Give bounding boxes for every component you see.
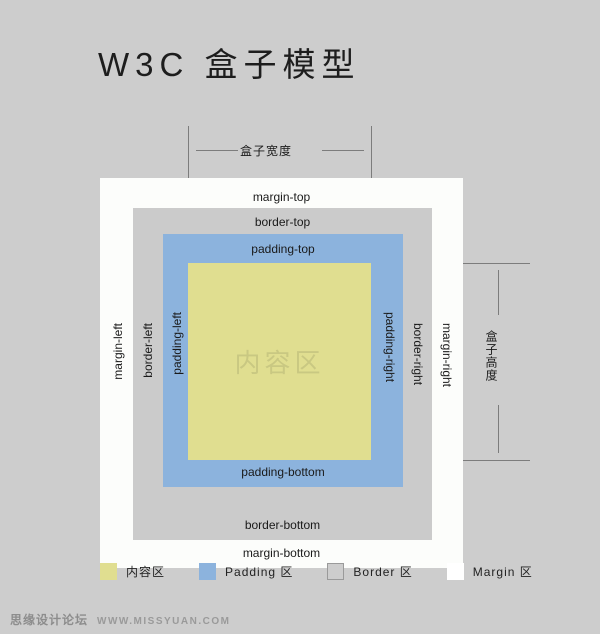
height-arrow-top xyxy=(498,270,499,315)
border-right-label: border-right xyxy=(411,323,425,386)
legend-label-margin: Margin 区 xyxy=(472,565,533,579)
margin-left-label: margin-left xyxy=(111,323,125,380)
border-left-label: border-left xyxy=(141,323,155,378)
padding-bottom-label: padding-bottom xyxy=(241,465,325,479)
border-bottom-label: border-bottom xyxy=(244,518,321,532)
page-title: W3C 盒子模型 xyxy=(98,46,361,83)
padding-top-label: padding-top xyxy=(251,242,315,256)
padding-swatch-icon xyxy=(199,563,217,580)
legend-item-border: Border 区 xyxy=(327,563,412,580)
margin-swatch-icon xyxy=(446,563,464,580)
margin-box: margin-top margin-bottom margin-left mar… xyxy=(100,178,463,568)
padding-left-label: padding-left xyxy=(170,312,184,375)
legend-item-margin: Margin 区 xyxy=(446,563,533,580)
watermark-site-url: WWW.MISSYUAN.COM xyxy=(97,616,231,627)
box-width-label: 盒子宽度 xyxy=(240,144,293,158)
legend-label-border: Border 区 xyxy=(353,565,413,579)
margin-right-label: margin-right xyxy=(440,323,454,388)
diagram-page: W3C 盒子模型 盒子宽度 盒子高度 margin-top margin-bot… xyxy=(0,0,600,634)
content-swatch-icon xyxy=(100,563,117,580)
border-top-label: border-top xyxy=(254,215,311,229)
legend-label-padding: Padding 区 xyxy=(225,565,294,579)
margin-bottom-label: margin-bottom xyxy=(242,546,321,560)
content-area-label: 内容区 xyxy=(234,348,325,378)
watermark: 思缘设计论坛 WWW.MISSYUAN.COM xyxy=(10,611,230,628)
legend: 内容区 Padding 区 Border 区 Margin 区 xyxy=(100,563,567,580)
margin-top-label: margin-top xyxy=(252,190,311,204)
content-box: 内容区 xyxy=(188,263,371,460)
legend-label-content: 内容区 xyxy=(126,565,166,579)
legend-item-padding: Padding 区 xyxy=(199,563,293,580)
width-arrow-left xyxy=(196,150,238,151)
border-swatch-icon xyxy=(327,563,345,580)
legend-item-content: 内容区 xyxy=(100,563,165,580)
height-arrow-bottom xyxy=(498,405,499,453)
box-height-label: 盒子高度 xyxy=(484,330,498,382)
padding-box: padding-top padding-bottom padding-left … xyxy=(163,234,403,487)
watermark-site-name: 思缘设计论坛 xyxy=(10,613,89,627)
width-arrow-right xyxy=(322,150,364,151)
border-box: border-top border-bottom border-left bor… xyxy=(133,208,432,540)
padding-right-label: padding-right xyxy=(383,312,397,383)
